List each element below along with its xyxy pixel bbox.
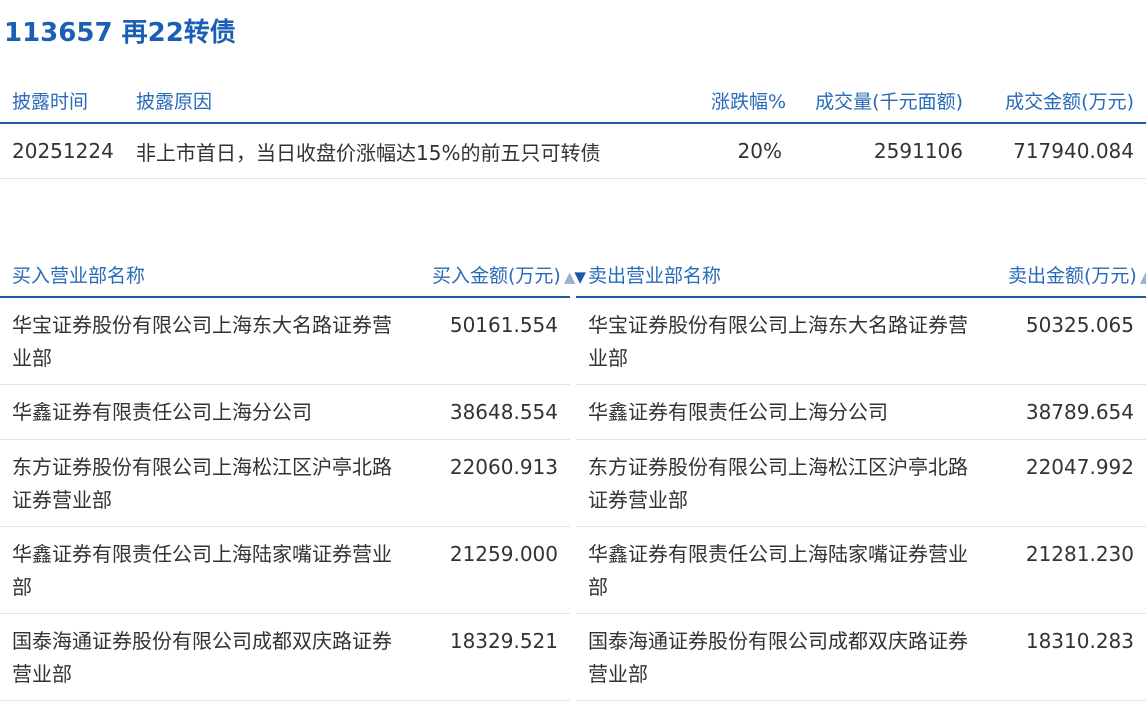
sell-header-row: 卖出营业部名称 卖出金额(万元)▲▼ bbox=[576, 252, 1146, 298]
buy-amount: 50161.554 bbox=[420, 297, 570, 385]
summary-header-row: 披露时间 披露原因 涨跌幅% 成交量(千元面额) 成交金额(万元) bbox=[0, 78, 1146, 124]
buy-col-header-name: 买入营业部名称 bbox=[0, 252, 420, 298]
col-header-amount: 成交金额(万元) bbox=[975, 78, 1146, 124]
table-row: 华鑫证券有限责任公司上海分公司 38789.654 bbox=[576, 384, 1146, 440]
buy-amount: 22060.913 bbox=[420, 439, 570, 527]
col-header-date: 披露时间 bbox=[0, 78, 124, 124]
sell-amount: 21281.230 bbox=[996, 526, 1146, 614]
amount: 717940.084 bbox=[975, 123, 1146, 179]
table-row: 国泰海通证券股份有限公司成都双庆路证券营业部 18329.521 bbox=[0, 613, 570, 701]
col-header-reason: 披露原因 bbox=[124, 78, 699, 124]
change-pct: 20% bbox=[699, 123, 794, 179]
seller-name: 国泰海通证券股份有限公司成都双庆路证券营业部 bbox=[576, 613, 996, 701]
page-title: 113657 再22转债 bbox=[4, 18, 236, 48]
buyer-name: 华鑫证券有限责任公司上海分公司 bbox=[0, 384, 420, 440]
table-row: 华宝证券股份有限公司上海东大名路证券营业部 50161.554 bbox=[0, 297, 570, 385]
buy-col-header-amount[interactable]: 买入金额(万元) ▲▼ bbox=[420, 252, 586, 298]
sell-amount: 38789.654 bbox=[996, 384, 1146, 440]
buy-amount: 18329.521 bbox=[420, 613, 570, 701]
seller-name: 华宝证券股份有限公司上海东大名路证券营业部 bbox=[576, 297, 996, 385]
disclosure-reason: 非上市首日，当日收盘价涨幅达15%的前五只可转债 bbox=[124, 123, 699, 179]
buyer-name: 华鑫证券有限责任公司上海陆家嘴证券营业部 bbox=[0, 526, 420, 614]
table-row: 华鑫证券有限责任公司上海分公司 38648.554 bbox=[0, 384, 570, 440]
table-row: 东方证券股份有限公司上海松江区沪亭北路证券营业部 22047.992 bbox=[576, 439, 1146, 527]
summary-row: 20251224 非上市首日，当日收盘价涨幅达15%的前五只可转债 20% 25… bbox=[0, 123, 1146, 179]
table-row: 华鑫证券有限责任公司上海陆家嘴证券营业部 21259.000 bbox=[0, 526, 570, 614]
seller-name: 华鑫证券有限责任公司上海分公司 bbox=[576, 384, 996, 440]
buy-header-row: 买入营业部名称 买入金额(万元) ▲▼ bbox=[0, 252, 586, 298]
seller-name: 华鑫证券有限责任公司上海陆家嘴证券营业部 bbox=[576, 526, 996, 614]
buy-table: 买入营业部名称 买入金额(万元) ▲▼ 华宝证券股份有限公司上海东大名路证券营业部… bbox=[0, 252, 586, 701]
buyer-name: 华宝证券股份有限公司上海东大名路证券营业部 bbox=[0, 297, 420, 385]
col-header-change: 涨跌幅% bbox=[699, 78, 794, 124]
buy-amount-header-label: 买入金额(万元) bbox=[432, 264, 561, 287]
table-row: 华鑫证券有限责任公司上海陆家嘴证券营业部 21281.230 bbox=[576, 526, 1146, 614]
sell-amount: 50325.065 bbox=[996, 297, 1146, 385]
volume: 2591106 bbox=[794, 123, 975, 179]
sell-table: 卖出营业部名称 卖出金额(万元)▲▼ 华宝证券股份有限公司上海东大名路证券营业部… bbox=[576, 252, 1146, 701]
disclosure-date: 20251224 bbox=[0, 123, 124, 179]
buyer-name: 东方证券股份有限公司上海松江区沪亭北路证券营业部 bbox=[0, 439, 420, 527]
sell-amount: 22047.992 bbox=[996, 439, 1146, 527]
sell-col-header-name: 卖出营业部名称 bbox=[576, 252, 996, 298]
col-header-volume: 成交量(千元面额) bbox=[794, 78, 975, 124]
sell-amount-header-label: 卖出金额(万元) bbox=[1008, 264, 1137, 287]
table-row: 华宝证券股份有限公司上海东大名路证券营业部 50325.065 bbox=[576, 297, 1146, 385]
sell-col-header-amount[interactable]: 卖出金额(万元)▲▼ bbox=[996, 252, 1146, 298]
table-row: 国泰海通证券股份有限公司成都双庆路证券营业部 18310.283 bbox=[576, 613, 1146, 701]
disclosure-summary-table: 披露时间 披露原因 涨跌幅% 成交量(千元面额) 成交金额(万元) 202512… bbox=[0, 78, 1146, 179]
buy-amount: 21259.000 bbox=[420, 526, 570, 614]
sell-amount: 18310.283 bbox=[996, 613, 1146, 701]
sort-toggle-icon[interactable]: ▲▼ bbox=[1140, 268, 1146, 286]
table-row: 东方证券股份有限公司上海松江区沪亭北路证券营业部 22060.913 bbox=[0, 439, 570, 527]
seller-name: 东方证券股份有限公司上海松江区沪亭北路证券营业部 bbox=[576, 439, 996, 527]
buy-amount: 38648.554 bbox=[420, 384, 570, 440]
buyer-name: 国泰海通证券股份有限公司成都双庆路证券营业部 bbox=[0, 613, 420, 701]
